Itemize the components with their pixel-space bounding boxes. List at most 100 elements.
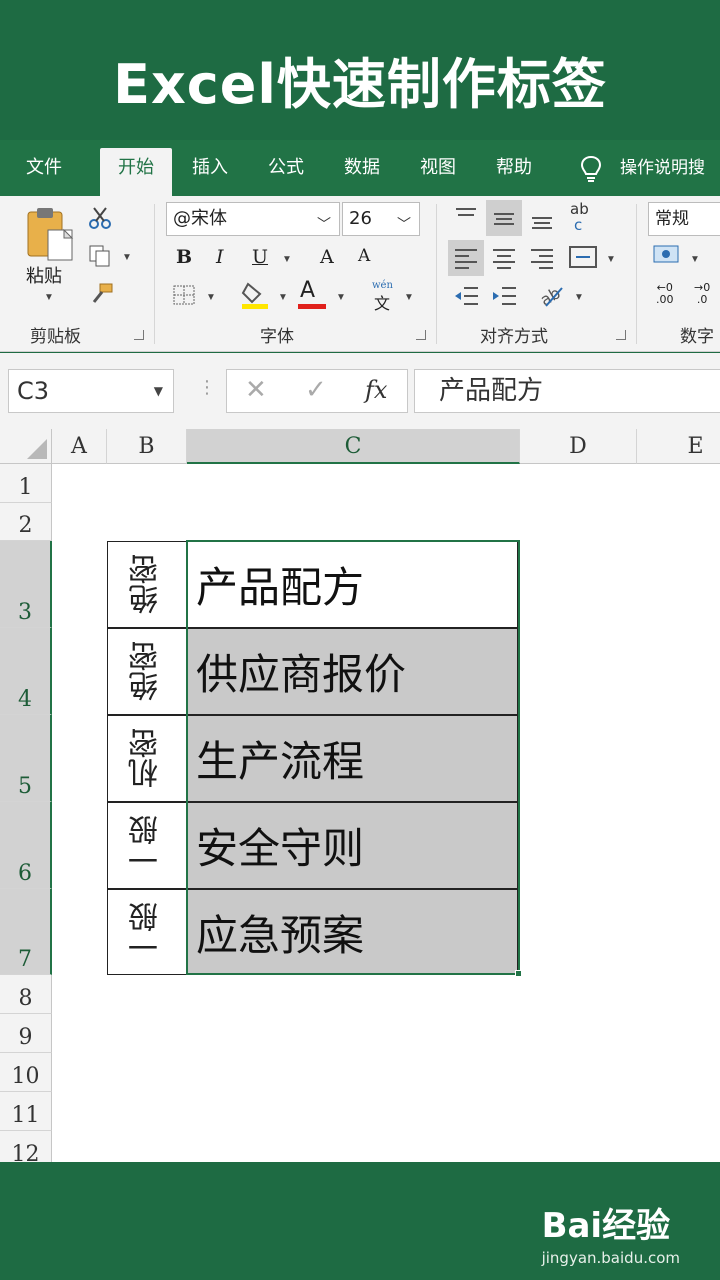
align-right-icon[interactable] (528, 246, 556, 270)
orientation-dropdown-icon[interactable]: ▼ (574, 292, 584, 303)
tab-formulas[interactable]: 公式 (268, 140, 304, 196)
column-header-b[interactable]: B (107, 429, 187, 464)
group-divider (436, 204, 437, 344)
row-number: 10 (11, 1064, 40, 1089)
merge-dropdown-icon[interactable]: ▼ (606, 254, 616, 265)
enter-icon[interactable]: ✓ (305, 374, 327, 405)
orientation-icon[interactable]: ab (538, 282, 566, 308)
tab-help[interactable]: 帮助 (496, 140, 532, 196)
watermark-url: jingyan.baidu.com (541, 1249, 680, 1267)
tell-me-search[interactable]: 操作说明搜 (620, 140, 705, 196)
column-header-e[interactable]: E (637, 429, 720, 464)
group-divider (636, 204, 637, 344)
font-name-combo[interactable]: @宋体 ﹀ (166, 202, 340, 236)
copy-dropdown-icon[interactable]: ▼ (122, 252, 132, 263)
row-header-8[interactable]: 8 (0, 975, 52, 1014)
underline-dropdown-icon[interactable]: ▼ (282, 254, 292, 265)
font-color-dropdown-icon[interactable]: ▼ (336, 292, 346, 303)
column-header-d[interactable]: D (520, 429, 637, 464)
column-header-c[interactable]: C (187, 429, 520, 464)
phonetic-button[interactable]: 文 (374, 290, 390, 314)
number-format-combo[interactable]: 常规 (648, 202, 720, 236)
select-all-corner[interactable] (0, 429, 52, 464)
label-tag-cell[interactable]: 一般 (107, 802, 187, 889)
row-header-11[interactable]: 11 (0, 1092, 52, 1131)
font-color-button[interactable]: A (300, 278, 315, 303)
middle-align-icon[interactable] (490, 206, 518, 230)
row-header-7[interactable]: 7 (0, 889, 52, 975)
bold-button[interactable]: B (176, 246, 192, 268)
tab-insert[interactable]: 插入 (192, 140, 228, 196)
title-banner: Excel快速制作标签 (0, 0, 720, 140)
row-number: 3 (18, 600, 32, 625)
banner-title: Excel快速制作标签 (113, 53, 607, 116)
fill-handle[interactable] (515, 970, 522, 977)
italic-button[interactable]: I (216, 246, 224, 268)
tab-data[interactable]: 数据 (344, 140, 380, 196)
bottom-align-icon[interactable] (528, 206, 556, 230)
phonetic-dropdown-icon[interactable]: ▼ (404, 292, 414, 303)
accounting-format-icon[interactable] (652, 242, 682, 266)
paste-icon[interactable] (26, 206, 76, 262)
cut-icon[interactable] (88, 206, 112, 230)
wrap-text-button[interactable]: c (574, 216, 582, 234)
row-header-3[interactable]: 3 (0, 541, 52, 628)
number-group-label: 数字 (680, 327, 714, 347)
underline-button[interactable]: U (252, 246, 268, 268)
font-launcher-icon[interactable] (416, 330, 426, 340)
row-number: 9 (18, 1025, 33, 1050)
row-header-4[interactable]: 4 (0, 628, 52, 715)
decrease-decimal-button[interactable]: →0.0 (694, 282, 710, 306)
label-tag-cell[interactable]: 绝密 (107, 628, 187, 715)
label-tag-text: 一般 (129, 815, 164, 876)
alignment-launcher-icon[interactable] (616, 330, 626, 340)
row-number: 6 (18, 861, 32, 886)
row-header-5[interactable]: 5 (0, 715, 52, 802)
fill-color-icon[interactable] (240, 280, 270, 310)
formula-bar-grip-icon[interactable]: ⋮ (198, 377, 216, 398)
label-tag-cell[interactable]: 机密 (107, 715, 187, 802)
paste-button-label[interactable]: 粘贴 (26, 262, 62, 288)
clipboard-launcher-icon[interactable] (134, 330, 144, 340)
align-left-icon[interactable] (452, 246, 480, 270)
worksheet[interactable]: A B C D E 1 2 3 4 5 6 7 8 9 10 11 12 绝密 … (0, 429, 720, 1162)
chevron-down-icon[interactable]: ▼ (154, 370, 163, 412)
lightbulb-icon (580, 155, 602, 182)
format-painter-icon[interactable] (88, 282, 114, 306)
font-size-combo[interactable]: 26 ﹀ (342, 202, 420, 236)
row-header-10[interactable]: 10 (0, 1053, 52, 1092)
borders-icon[interactable] (172, 284, 196, 306)
merge-center-icon[interactable] (568, 244, 598, 270)
row-header-1[interactable]: 1 (0, 464, 52, 503)
tab-home[interactable]: 开始 (100, 148, 172, 196)
align-center-icon[interactable] (490, 246, 518, 270)
tab-view[interactable]: 视图 (420, 140, 456, 196)
paste-dropdown-icon[interactable]: ▼ (44, 292, 54, 303)
chevron-down-icon[interactable]: ﹀ (397, 209, 411, 241)
row-header-6[interactable]: 6 (0, 802, 52, 889)
font-name-value: @宋体 (173, 208, 227, 229)
column-header-a[interactable]: A (52, 429, 107, 464)
grow-font-button[interactable]: A (320, 246, 334, 268)
borders-dropdown-icon[interactable]: ▼ (206, 292, 216, 303)
row-header-2[interactable]: 2 (0, 503, 52, 541)
tab-file[interactable]: 文件 (26, 140, 62, 196)
label-tag-cell[interactable]: 一般 (107, 889, 187, 975)
shrink-font-button[interactable]: A (358, 246, 370, 266)
increase-decimal-button[interactable]: ←0.00 (656, 282, 674, 306)
name-box[interactable]: C3 ▼ (8, 369, 174, 413)
row-number: 4 (18, 687, 32, 712)
copy-icon[interactable] (88, 244, 112, 268)
fill-color-dropdown-icon[interactable]: ▼ (278, 292, 288, 303)
chevron-down-icon[interactable]: ﹀ (317, 209, 331, 241)
accounting-dropdown-icon[interactable]: ▼ (690, 254, 700, 265)
insert-function-icon[interactable]: fx (365, 376, 387, 404)
increase-indent-icon[interactable] (490, 284, 518, 308)
decrease-indent-icon[interactable] (452, 284, 480, 308)
formula-input[interactable]: 产品配方 (414, 369, 720, 413)
row-header-9[interactable]: 9 (0, 1014, 52, 1053)
cancel-icon[interactable]: ✕ (245, 374, 267, 405)
label-tag-cell[interactable]: 绝密 (107, 541, 187, 628)
row-header-12[interactable]: 12 (0, 1131, 52, 1162)
top-align-icon[interactable] (452, 206, 480, 230)
